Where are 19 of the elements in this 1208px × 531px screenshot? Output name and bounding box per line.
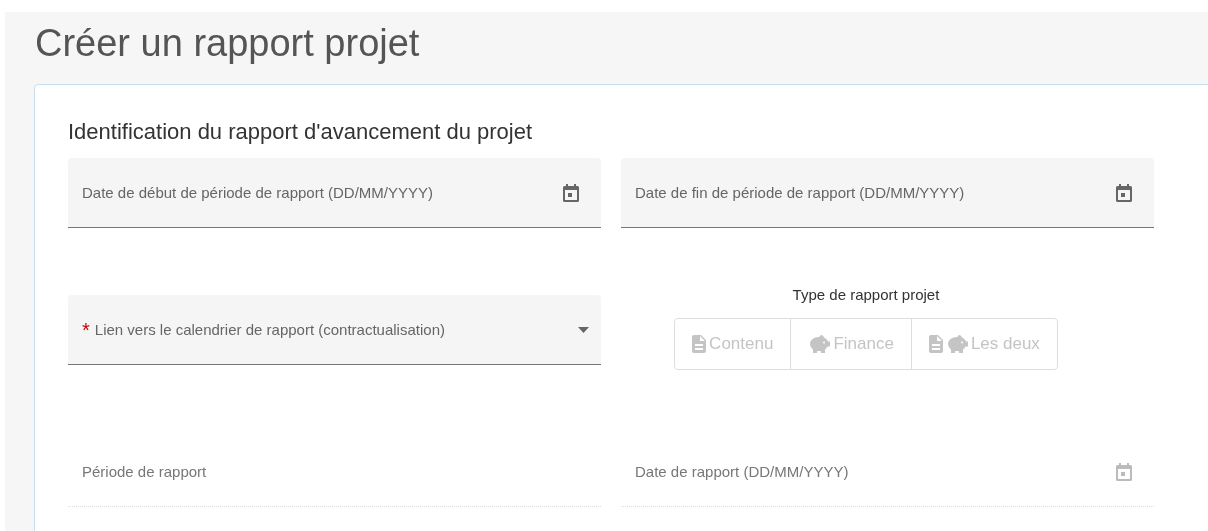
page-title: Créer un rapport projet <box>34 21 421 66</box>
piggy-bank-icon <box>808 335 831 353</box>
select-field[interactable]: * Lien vers le calendrier de rapport (contractualisation) <box>68 295 601 365</box>
section-title: Identification du rapport d'avancement du projet <box>68 118 534 146</box>
date-field[interactable]: Date de fin de période de rapport (DD/MM/YYYY) <box>621 158 1154 228</box>
required-mark: * <box>82 319 90 340</box>
group-label: Type de rapport projet <box>792 285 940 305</box>
field-label: Période de rapport <box>82 463 208 480</box>
field-label: Date de fin de période de rapport (DD/MM/YYYY) <box>635 184 966 201</box>
document-icon <box>692 335 707 353</box>
date-field[interactable]: Date de début de période de rapport (DD/MM/YYYY) <box>68 158 601 228</box>
field-label: Lien vers le calendrier de rapport (contractualisation) <box>94 321 446 338</box>
calendar-icon[interactable] <box>563 183 579 202</box>
caret-icon <box>578 326 589 333</box>
document-icon <box>928 335 943 353</box>
piggy-bank-icon <box>945 335 968 353</box>
calendar-icon[interactable] <box>1116 183 1132 202</box>
field-label: Date de début de période de rapport (DD/MM/YYYY) <box>82 184 434 201</box>
field-label: Date de rapport (DD/MM/YYYY) <box>635 463 850 480</box>
